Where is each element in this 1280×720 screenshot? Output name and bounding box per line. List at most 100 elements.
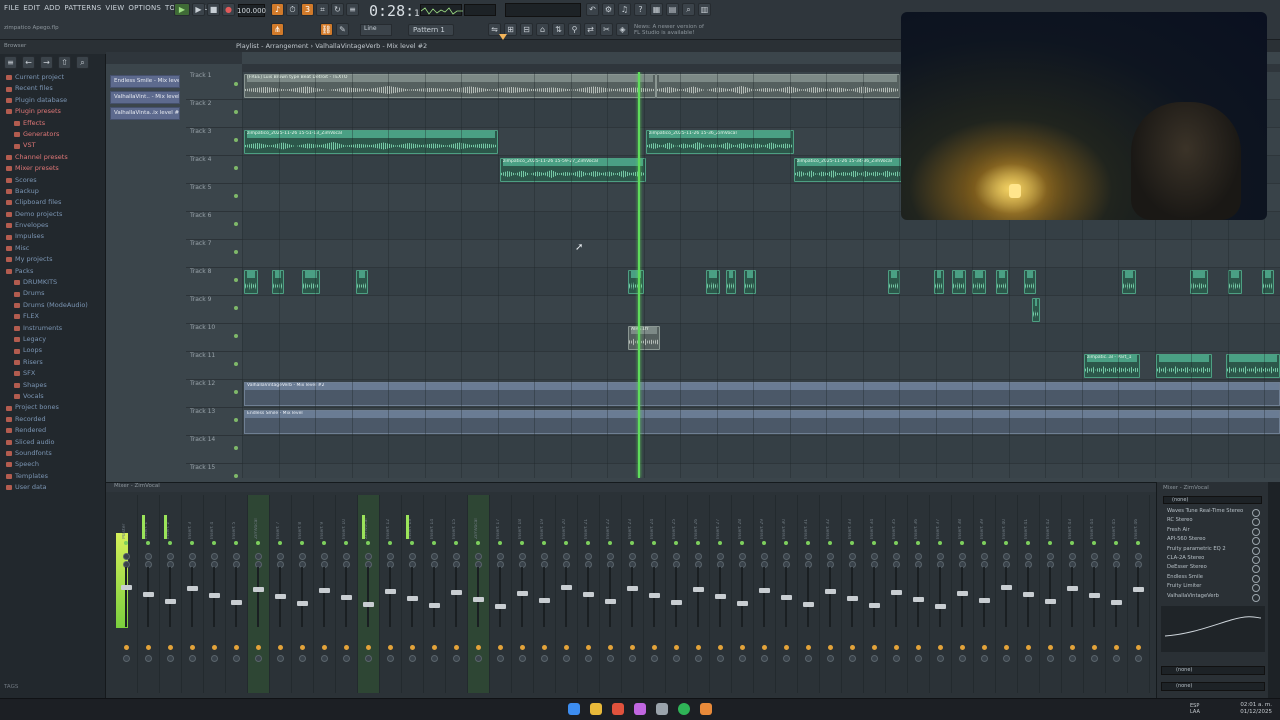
snap-magnet-icon[interactable]: ⋔ xyxy=(271,23,284,36)
pan-knob[interactable] xyxy=(695,553,702,560)
mixer-insert-strip[interactable]: Insert 29 xyxy=(754,495,776,693)
route-knob[interactable] xyxy=(629,655,636,662)
playhead[interactable] xyxy=(638,72,640,478)
track-header[interactable]: Track 5 xyxy=(186,184,242,212)
mixer-insert-strip[interactable]: Insert 1 xyxy=(138,495,160,693)
insert-enable-led[interactable] xyxy=(982,541,986,545)
route-knob[interactable] xyxy=(607,655,614,662)
send-knob[interactable] xyxy=(212,645,217,650)
pan-knob[interactable] xyxy=(321,553,328,560)
mixer-icon[interactable]: ⚙ xyxy=(602,3,615,16)
pan-knob[interactable] xyxy=(475,553,482,560)
track-header[interactable]: Track 13 xyxy=(186,408,242,436)
mixer-insert-strip[interactable]: Insert 32 xyxy=(820,495,842,693)
volume-fader-handle[interactable] xyxy=(297,601,308,606)
pan-knob[interactable] xyxy=(563,553,570,560)
route-knob[interactable] xyxy=(409,655,416,662)
insert-enable-led[interactable] xyxy=(212,541,216,545)
mixer-insert-strip[interactable]: Insert 34 xyxy=(864,495,886,693)
fx-slot[interactable]: RC Stereo xyxy=(1157,517,1268,527)
mixer-insert-strip[interactable]: Insert 46 xyxy=(1128,495,1150,693)
browser-item[interactable]: Plugin presets xyxy=(0,106,106,117)
browser-menu-icon[interactable]: ≡ xyxy=(4,56,17,69)
insert-enable-led[interactable] xyxy=(278,541,282,545)
mixer-insert-strip[interactable]: Insert 24 xyxy=(644,495,666,693)
volume-fader-handle[interactable] xyxy=(473,597,484,602)
insert-enable-led[interactable] xyxy=(960,541,964,545)
insert-enable-led[interactable] xyxy=(1070,541,1074,545)
track-mute-led[interactable] xyxy=(234,334,238,338)
route-knob[interactable] xyxy=(277,655,284,662)
track-header[interactable]: Track 9 xyxy=(186,296,242,324)
browser-collapse-icon[interactable]: ⇧ xyxy=(58,56,71,69)
send-knob[interactable] xyxy=(1026,645,1031,650)
insert-enable-led[interactable] xyxy=(234,541,238,545)
fl-studio-icon[interactable] xyxy=(700,703,712,715)
volume-fader-handle[interactable] xyxy=(627,586,638,591)
volume-fader-track[interactable] xyxy=(983,567,985,627)
fx-slot[interactable]: DeEsser Stereo xyxy=(1157,564,1268,574)
insert-enable-led[interactable] xyxy=(520,541,524,545)
browser-item[interactable]: Envelopes xyxy=(0,220,106,231)
browser-item[interactable]: SFX xyxy=(0,368,106,379)
insert-enable-led[interactable] xyxy=(894,541,898,545)
volume-fader-handle[interactable] xyxy=(209,593,220,598)
play-button[interactable]: ▶ xyxy=(192,3,205,16)
send-knob[interactable] xyxy=(784,645,789,650)
snap-select[interactable]: Line xyxy=(360,24,392,36)
send-knob[interactable] xyxy=(894,645,899,650)
route-knob[interactable] xyxy=(893,655,900,662)
mixer-insert-strip[interactable]: Insert 4 xyxy=(204,495,226,693)
metronome-icon[interactable]: ♪ xyxy=(271,3,284,16)
send-knob[interactable] xyxy=(696,645,701,650)
file-explorer-icon[interactable] xyxy=(590,703,602,715)
browser-item[interactable]: Shapes xyxy=(0,380,106,391)
browser-item[interactable]: Plugin database xyxy=(0,95,106,106)
route-knob[interactable] xyxy=(651,655,658,662)
send-knob[interactable] xyxy=(476,645,481,650)
insert-enable-led[interactable] xyxy=(850,541,854,545)
send-knob[interactable] xyxy=(432,645,437,650)
volume-fader-handle[interactable] xyxy=(737,601,748,606)
browser-forward-icon[interactable]: → xyxy=(40,56,53,69)
track-header[interactable]: Track 7 xyxy=(186,240,242,268)
mixer-insert-strip[interactable]: Insert 7 xyxy=(270,495,292,693)
route-knob[interactable] xyxy=(915,655,922,662)
send-knob[interactable] xyxy=(498,645,503,650)
route-knob[interactable] xyxy=(343,655,350,662)
route-knob[interactable] xyxy=(167,655,174,662)
send-knob[interactable] xyxy=(190,645,195,650)
mixer-insert-strip[interactable]: Insert 22 xyxy=(600,495,622,693)
send-knob[interactable] xyxy=(168,645,173,650)
insert-enable-led[interactable] xyxy=(366,541,370,545)
insert-enable-led[interactable] xyxy=(740,541,744,545)
menu-item-view[interactable]: VIEW xyxy=(105,4,124,12)
insert-enable-led[interactable] xyxy=(344,541,348,545)
mixer-insert-strip[interactable]: Insert 36 xyxy=(908,495,930,693)
volume-fader-track[interactable] xyxy=(1137,567,1139,627)
route-knob[interactable] xyxy=(541,655,548,662)
automation-clip[interactable]: ValhallaVintageVerb - Mix level #2 xyxy=(244,382,1280,406)
volume-fader-track[interactable] xyxy=(763,567,765,627)
volume-fader-handle[interactable] xyxy=(847,596,858,601)
channel-rack-icon[interactable]: ▤ xyxy=(666,3,679,16)
audio-clip[interactable] xyxy=(952,270,966,294)
insert-enable-led[interactable] xyxy=(256,541,260,545)
audio-clip[interactable] xyxy=(1032,298,1040,322)
mixer-insert-strip[interactable]: Insert 10 xyxy=(336,495,358,693)
mixer-insert-strip[interactable]: Insert 14 xyxy=(424,495,446,693)
volume-fader-handle[interactable] xyxy=(495,604,506,609)
browser-item[interactable]: Recent files xyxy=(0,83,106,94)
volume-fader-handle[interactable] xyxy=(231,600,242,605)
pan-knob[interactable] xyxy=(1135,553,1142,560)
track-lane[interactable] xyxy=(242,464,1280,478)
pan-knob[interactable] xyxy=(541,553,548,560)
route-knob[interactable] xyxy=(585,655,592,662)
track-header[interactable]: Track 2 xyxy=(186,100,242,128)
route-knob[interactable] xyxy=(519,655,526,662)
insert-enable-led[interactable] xyxy=(124,541,128,545)
volume-fader-track[interactable] xyxy=(1115,567,1117,627)
language-indicator[interactable]: ESP LAA xyxy=(1190,703,1200,715)
audio-clip[interactable] xyxy=(1122,270,1136,294)
mixer-insert-strip[interactable]: Insert 17 xyxy=(490,495,512,693)
